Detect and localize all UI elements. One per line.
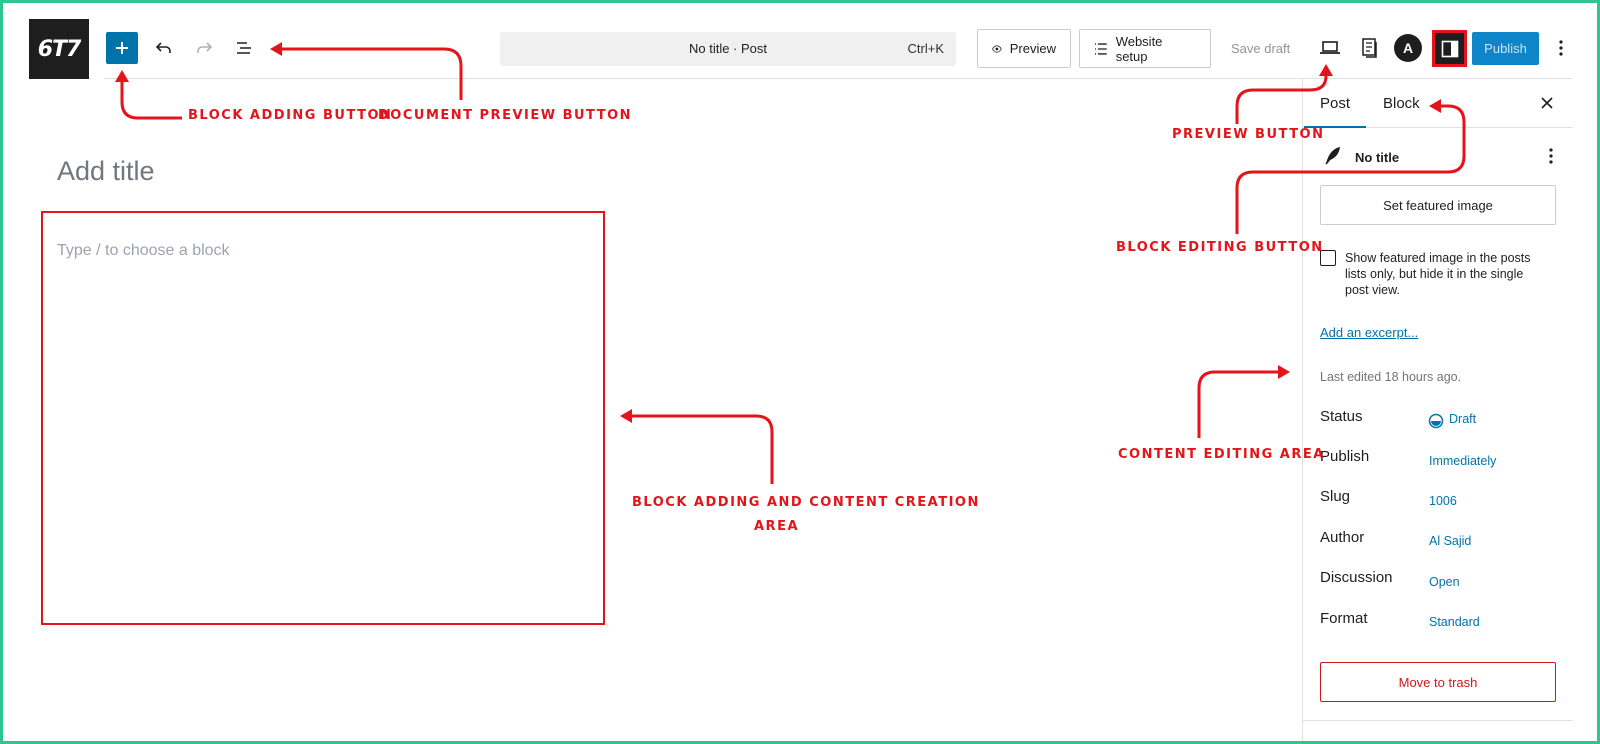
sidebar-icon [1441, 40, 1458, 57]
laptop-icon [1320, 41, 1340, 54]
settings-sidebar: Post Block No title Set featured image S… [1302, 79, 1573, 741]
author-value[interactable]: Al Sajid [1429, 534, 1471, 548]
discussion-label: Discussion [1320, 569, 1393, 586]
annotation-preview-button: Preview button [1172, 127, 1325, 142]
post-title-input[interactable]: Add title [57, 156, 155, 187]
format-value[interactable]: Standard [1429, 615, 1480, 629]
featured-image-checkbox-label: Show featured image in the posts lists o… [1345, 251, 1531, 297]
annotation-document-preview-button: Document preview button [378, 108, 633, 123]
redo-button[interactable] [188, 32, 220, 64]
site-logo[interactable]: 6T7 [29, 19, 89, 79]
close-icon[interactable] [1535, 91, 1559, 115]
draft-status-icon [1428, 413, 1444, 429]
post-summary-header: No title [1319, 142, 1559, 170]
block-placeholder[interactable]: Type / to choose a block [57, 242, 230, 260]
slug-value[interactable]: 1006 [1429, 494, 1457, 508]
last-edited-text: Last edited 18 hours ago. [1320, 370, 1462, 384]
publish-value[interactable]: Immediately [1429, 454, 1496, 468]
discussion-value[interactable]: Open [1429, 575, 1460, 589]
settings-sidebar-toggle[interactable] [1432, 30, 1467, 67]
undo-button[interactable] [148, 32, 180, 64]
add-excerpt-link[interactable]: Add an excerpt... [1320, 325, 1418, 340]
more-vertical-icon[interactable] [1541, 144, 1561, 168]
undo-icon [155, 42, 171, 53]
website-setup-button[interactable]: Website setup [1079, 29, 1211, 68]
site-logo-text: 6T7 [37, 36, 82, 62]
astra-settings-button[interactable]: A [1394, 34, 1422, 62]
annotation-block-adding-button: Block adding button [188, 108, 393, 123]
move-to-trash-button[interactable]: Move to trash [1320, 662, 1556, 702]
redo-icon [197, 42, 213, 53]
annotation-block-editing-button: Block editing button [1116, 240, 1324, 255]
annotation-content-area-line2: area [754, 519, 800, 534]
status-value[interactable]: Draft [1449, 412, 1476, 426]
document-icon [1362, 38, 1377, 58]
device-preview-button[interactable] [1314, 32, 1346, 64]
slug-label: Slug [1320, 488, 1351, 505]
format-label: Format [1320, 610, 1368, 627]
sidebar-divider [1303, 720, 1573, 721]
more-vertical-icon [1559, 40, 1563, 56]
tab-block[interactable]: Block [1383, 95, 1420, 112]
command-bar-shortcut: Ctrl+K [907, 41, 944, 56]
list-view-icon [237, 42, 251, 54]
set-featured-image-button[interactable]: Set featured image [1320, 185, 1556, 225]
document-overview-button[interactable] [228, 32, 260, 64]
list-icon [1094, 42, 1107, 55]
preview-button-label: Preview [1009, 41, 1056, 56]
command-bar-title: No title · Post [688, 41, 768, 56]
annotation-content-editing-area: Content editing area [1118, 447, 1325, 462]
plus-icon [116, 42, 128, 54]
tab-post[interactable]: Post [1320, 95, 1350, 112]
save-draft-button[interactable]: Save draft [1231, 41, 1290, 56]
sidebar-tabs: Post Block [1303, 79, 1573, 128]
website-setup-label: Website setup [1115, 33, 1163, 64]
author-label: Author [1320, 529, 1365, 546]
feather-pen-icon [1325, 146, 1341, 165]
document-button[interactable] [1354, 32, 1386, 64]
annotation-content-area-line1: Block adding and content creation [632, 495, 980, 510]
status-label: Status [1320, 408, 1363, 425]
eye-icon [992, 44, 1002, 53]
astra-logo-icon: A [1402, 40, 1414, 56]
block-inserter-button[interactable] [106, 32, 138, 64]
publish-label: Publish [1320, 448, 1370, 465]
post-summary-title: No title [1355, 150, 1400, 165]
options-menu-button[interactable] [1549, 32, 1573, 64]
publish-button[interactable]: Publish [1472, 32, 1539, 65]
preview-button[interactable]: Preview [977, 29, 1071, 68]
content-area-highlight [41, 211, 605, 625]
command-palette-bar[interactable]: No title · Post Ctrl+K [500, 32, 956, 66]
